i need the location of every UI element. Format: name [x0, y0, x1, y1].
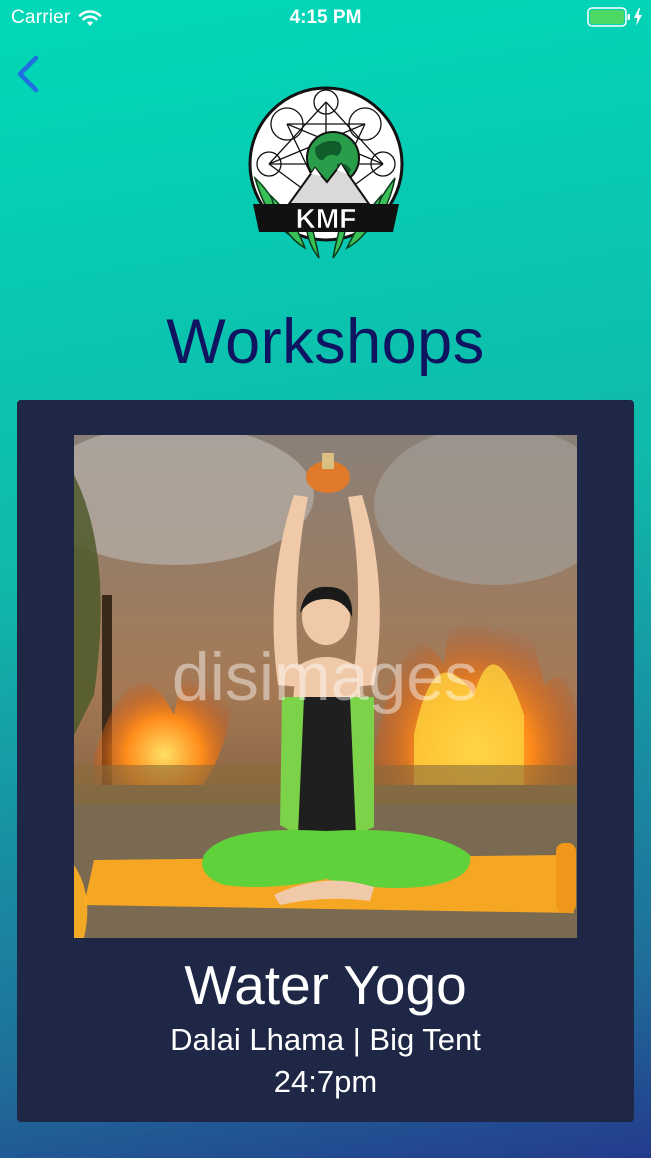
workshop-title: Water Yogo [184, 954, 467, 1016]
image-watermark: disimages [172, 639, 478, 715]
logo-text: KMF [296, 203, 357, 234]
workshop-time: 24:7pm [273, 1064, 378, 1099]
kmf-logo: KMF [245, 86, 407, 262]
status-right [587, 7, 643, 27]
workshop-image: disimages [74, 435, 577, 938]
workshop-card[interactable]: disimages Water Yogo Dalai Lhama | Big T… [17, 400, 634, 1122]
charging-bolt-icon [634, 8, 642, 26]
status-time: 4:15 PM [289, 7, 362, 28]
chevron-left-icon [17, 55, 39, 93]
page-title: Workshops [166, 307, 485, 377]
kmf-logo-emblem: KMF [248, 86, 404, 259]
workshop-host-location: Dalai Lhama | Big Tent [170, 1022, 481, 1057]
status-bar: Carrier 4:15 PM [0, 0, 651, 36]
back-button[interactable] [12, 52, 46, 96]
workshop-photo: disimages [74, 435, 577, 938]
battery-icon [587, 7, 630, 27]
